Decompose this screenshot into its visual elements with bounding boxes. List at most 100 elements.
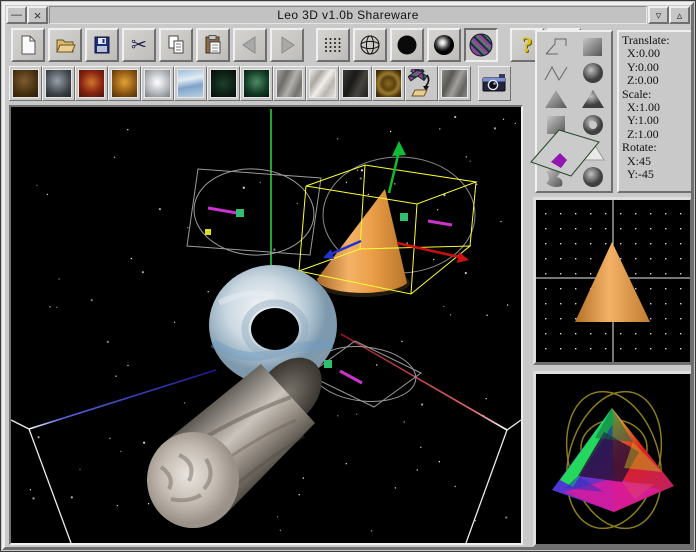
tool-cube-solid[interactable]	[578, 35, 608, 59]
apply-texture-button[interactable]	[405, 66, 438, 101]
dash-icon: —	[11, 9, 22, 21]
wire-sphere-icon	[358, 33, 382, 57]
triangle-down-icon: ▿	[656, 9, 662, 22]
z-axis-arrow	[323, 249, 334, 259]
front-view-scene	[536, 200, 690, 362]
texture-swatch	[177, 69, 204, 98]
tool-palette	[535, 30, 613, 193]
scene-3d[interactable]	[11, 107, 521, 543]
texture-swatch	[375, 69, 402, 98]
rgb-pyramid	[552, 408, 674, 512]
save-button[interactable]	[85, 28, 119, 62]
solid-mode-button[interactable]	[390, 28, 424, 62]
texture-swatch	[309, 69, 336, 98]
texture-steel-sphere[interactable]	[42, 66, 75, 101]
paste-button[interactable]	[196, 28, 230, 62]
scale-x: X:1.00	[622, 101, 691, 114]
texture-gold-sphere[interactable]	[108, 66, 141, 101]
orientation-panel[interactable]	[533, 371, 693, 547]
app-window: — × Leo 3D v1.0b Shareware ▿ ▵	[0, 0, 696, 552]
cube-icon	[580, 36, 606, 58]
rotate-x: X:45	[622, 155, 691, 168]
texture-gold-swirl[interactable]	[372, 66, 405, 101]
title-bar[interactable]: — × Leo 3D v1.0b Shareware ▿ ▵	[6, 6, 690, 24]
next-button[interactable]	[270, 28, 304, 62]
snapshot-button[interactable]	[478, 66, 511, 101]
cone-front-view	[575, 242, 650, 322]
texture-dark-green[interactable]	[207, 66, 240, 101]
texture-red-sphere[interactable]	[75, 66, 108, 101]
cone-icon	[580, 88, 606, 110]
copy-icon	[164, 33, 188, 57]
wireframe-mode-button[interactable]	[353, 28, 387, 62]
open-button[interactable]	[48, 28, 82, 62]
texture-white-marble[interactable]	[306, 66, 339, 101]
texture-toolbar	[9, 66, 511, 102]
texture-silver-sphere[interactable]	[141, 66, 174, 101]
texture-swatch	[276, 69, 303, 98]
scale-y: Y:1.00	[622, 114, 691, 127]
gizmo-handle	[400, 213, 408, 221]
window-close-button[interactable]: ×	[27, 6, 48, 24]
window-title: Leo 3D v1.0b Shareware	[49, 6, 647, 24]
transform-info-panel: Translate: X:0.00 Y:0.00 Z:0.00 Scale: X…	[617, 30, 693, 193]
texture-sky-clouds[interactable]	[174, 66, 207, 101]
texture-brown-sphere[interactable]	[9, 66, 42, 101]
cut-button[interactable]: ✂	[122, 28, 156, 62]
cone-object[interactable]	[299, 141, 476, 297]
x-axis-arrow	[457, 252, 469, 263]
draw-line-icon	[543, 36, 569, 58]
texture-swatch	[243, 69, 270, 98]
window-shade-button[interactable]: ▿	[648, 6, 669, 24]
translate-z: Z:0.00	[622, 74, 691, 87]
front-view-panel[interactable]	[533, 197, 693, 365]
tool-sphere[interactable]	[578, 61, 608, 85]
apply-texture-icon	[408, 69, 435, 98]
textured-mode-button[interactable]	[464, 28, 498, 62]
pyramid-icon	[543, 88, 569, 110]
close-icon: ×	[34, 8, 42, 23]
solid-sphere-icon	[395, 33, 419, 57]
points-mode-button[interactable]	[316, 28, 350, 62]
texture-swatch	[144, 69, 171, 98]
translate-x: X:0.00	[622, 47, 691, 60]
texture-swatch	[12, 69, 39, 98]
arrow-left-icon	[238, 33, 262, 57]
active-tool-free-surface[interactable]	[525, 124, 605, 186]
window-menu-button[interactable]: —	[6, 6, 27, 24]
y-axis-arrow	[392, 141, 406, 156]
translate-label: Translate:	[622, 34, 691, 47]
gizmo-handle[interactable]	[324, 360, 332, 368]
previous-button[interactable]	[233, 28, 267, 62]
texture-green-glow[interactable]	[240, 66, 273, 101]
main-toolbar: ✂	[11, 28, 581, 64]
scissors-icon: ✂	[131, 36, 147, 55]
triangle-up-icon: ▵	[677, 9, 683, 22]
texture-swatch	[210, 69, 237, 98]
arrow-right-icon	[275, 33, 299, 57]
tool-cone[interactable]	[578, 87, 608, 111]
texture-gray-marble[interactable]	[273, 66, 306, 101]
orientation-scene	[536, 374, 690, 544]
texture-gray-marble-2[interactable]	[438, 66, 471, 101]
dot-grid-icon	[321, 33, 345, 57]
rotate-y: Y:-45	[622, 168, 691, 181]
shaded-mode-button[interactable]	[427, 28, 461, 62]
texture-dark-stone[interactable]	[339, 66, 372, 101]
tool-pyramid[interactable]	[541, 87, 571, 111]
copy-button[interactable]	[159, 28, 193, 62]
gizmo-handle[interactable]	[236, 209, 244, 217]
new-file-icon	[16, 33, 40, 57]
window-maximize-button[interactable]: ▵	[669, 6, 690, 24]
main-viewport[interactable]	[9, 105, 523, 545]
scale-label: Scale:	[622, 88, 691, 101]
texture-swatch	[45, 69, 72, 98]
gizmo-corner-handle[interactable]	[205, 229, 211, 235]
new-button[interactable]	[11, 28, 45, 62]
tool-draw-line[interactable]	[541, 35, 571, 59]
clipboard-icon	[201, 33, 225, 57]
tool-draw-polyline[interactable]	[541, 61, 571, 85]
open-folder-icon	[53, 33, 77, 57]
texture-swatch	[342, 69, 369, 98]
scale-z: Z:1.00	[622, 128, 691, 141]
